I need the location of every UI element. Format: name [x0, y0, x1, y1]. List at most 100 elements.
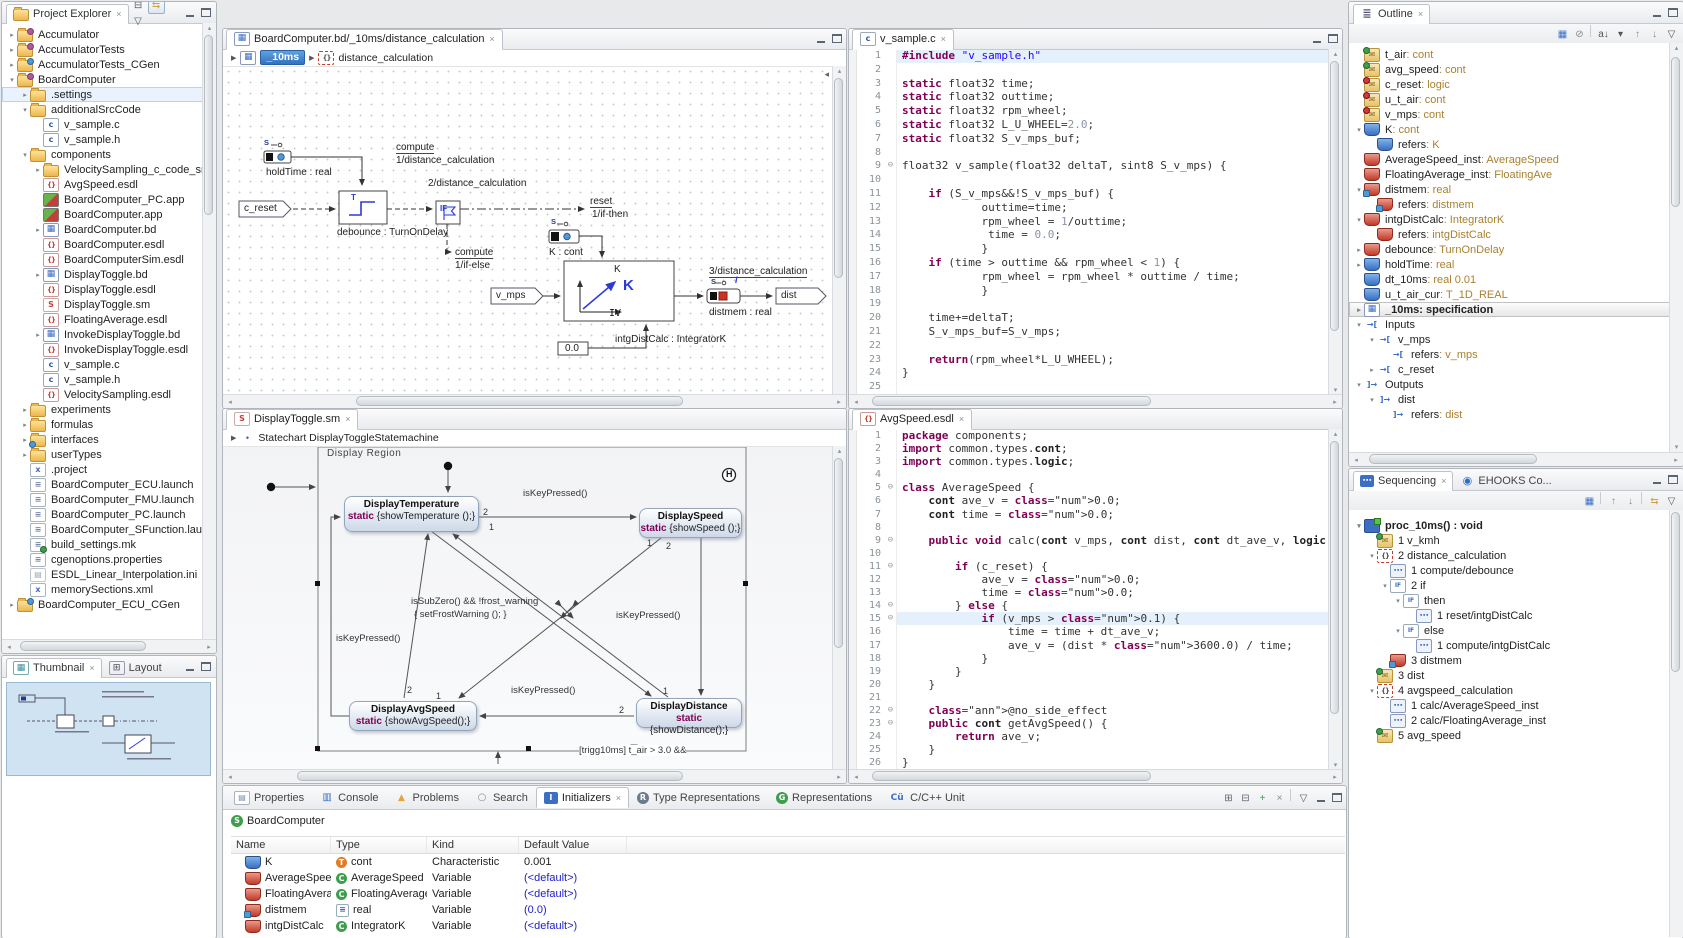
maximize-icon[interactable]: [200, 8, 212, 18]
code-line[interactable]: 5static float32 rpm_wheel;: [849, 104, 1329, 118]
minimize-icon[interactable]: [1651, 8, 1663, 18]
close-icon[interactable]: ×: [116, 9, 121, 19]
cell-default-value[interactable]: (<default>): [519, 918, 627, 934]
scroll-up-icon[interactable]: ▴: [203, 24, 216, 32]
delete-icon[interactable]: ×: [1272, 791, 1287, 806]
tree-item[interactable]: BoardComputer_PC.app: [2, 192, 203, 207]
code-line[interactable]: 8: [849, 146, 1329, 160]
code-line[interactable]: 2import common.types.cont;: [849, 442, 1329, 455]
tree-item[interactable]: ▸→[c_reset: [1349, 362, 1670, 377]
code-line[interactable]: 15 }: [849, 242, 1329, 256]
twistie-icon[interactable]: ▸: [7, 31, 17, 39]
code-line[interactable]: 2: [849, 63, 1329, 77]
fold-icon[interactable]: ⊖: [885, 704, 897, 717]
sort-icon[interactable]: a↓: [1596, 27, 1611, 42]
vertical-scrollbar[interactable]: ▴: [202, 23, 216, 639]
tree-item[interactable]: ▾K : cont: [1349, 122, 1670, 137]
code-line[interactable]: 7static float32 S_v_mps_buf;: [849, 132, 1329, 146]
tab-avgspeed-esdl[interactable]: {} AvgSpeed.esdl ×: [852, 409, 972, 430]
fold-icon[interactable]: ⊖: [885, 599, 897, 612]
tree-item[interactable]: ▸▦BoardComputer.bd: [2, 222, 203, 237]
tree-item[interactable]: ⋯1 reset/intgDistCalc: [1349, 608, 1670, 623]
tree-item[interactable]: ▾→[v_mps: [1349, 332, 1670, 347]
tree-item[interactable]: ✉t_air : cont: [1349, 47, 1670, 62]
twistie-icon[interactable]: ▾: [1380, 582, 1390, 590]
hide-links-icon[interactable]: ⊘: [1572, 27, 1587, 42]
cell-default-value[interactable]: (<default>): [519, 870, 627, 886]
tree-item[interactable]: ✉u_t_air : cont: [1349, 92, 1670, 107]
code-line[interactable]: 16 time = time + dt_ave_v;: [849, 625, 1329, 638]
breadcrumb-item-statechart[interactable]: Statechart DisplayToggleStatemachine: [258, 432, 438, 444]
tab-c-c-unit[interactable]: CüC/C++ Unit: [880, 787, 972, 808]
scroll-right-icon[interactable]: ▸: [1669, 456, 1683, 464]
twistie-icon[interactable]: ▸: [33, 271, 43, 279]
close-icon[interactable]: ×: [959, 414, 964, 424]
tree-item[interactable]: ≡build_settings.mk: [2, 537, 203, 552]
scroll-thumb[interactable]: [872, 396, 1151, 406]
code-line[interactable]: 4static float32 outtime;: [849, 90, 1329, 104]
twistie-icon[interactable]: ▾: [1393, 627, 1403, 635]
twistie-icon[interactable]: ▾: [1354, 522, 1364, 530]
tree-item[interactable]: ▸▦_10ms : specification: [1349, 302, 1670, 317]
tree-item[interactable]: ▸AccumulatorTests_CGen: [2, 57, 203, 72]
code-line[interactable]: 22⊖ class="ann">@no_side_effect: [849, 704, 1329, 717]
tree-item[interactable]: ▾BoardComputer: [2, 72, 203, 87]
twistie-icon[interactable]: ▾: [1367, 552, 1377, 560]
palette-flyout-icon[interactable]: ◂: [824, 69, 829, 80]
new-sequence-icon[interactable]: ▦: [1582, 494, 1597, 509]
scroll-thumb[interactable]: [1671, 57, 1680, 207]
close-icon[interactable]: ×: [1441, 476, 1446, 486]
tree-item[interactable]: cv_sample.c: [2, 117, 203, 132]
breadcrumb-item-10ms[interactable]: _10ms: [260, 50, 305, 65]
view-menu-icon[interactable]: ▽: [1296, 791, 1311, 806]
twistie-icon[interactable]: ▸: [33, 331, 43, 339]
tab-outline[interactable]: ≣ Outline ×: [1353, 4, 1430, 24]
tree-item[interactable]: ✉v_mps : cont: [1349, 107, 1670, 122]
tree-item[interactable]: ✉1 v_kmh: [1349, 533, 1670, 548]
tab-properties[interactable]: ▤Properties: [226, 787, 312, 808]
tab-ehooks[interactable]: ◉ EHOOKS Co...: [1453, 471, 1558, 491]
move-up-icon[interactable]: ↑: [1630, 27, 1645, 42]
tree-item[interactable]: SDisplayToggle.sm: [2, 297, 203, 312]
tree-item[interactable]: 3 distmem: [1349, 653, 1670, 668]
tab-boardcomputer-bd[interactable]: ▦ BoardComputer.bd/_10ms/distance_calcul…: [226, 29, 503, 50]
code-line[interactable]: 7 cont time = class="num">0.0;: [849, 508, 1329, 521]
table-row[interactable]: KTcontCharacteristic0.001: [231, 854, 1345, 870]
fold-icon[interactable]: ⊖: [885, 481, 897, 494]
move-down-icon[interactable]: ↓: [1647, 27, 1662, 42]
code-line[interactable]: 9⊖ public void calc(cont v_mps, cont dis…: [849, 534, 1329, 547]
twistie-icon[interactable]: ▸: [7, 46, 17, 54]
twistie-icon[interactable]: ▸: [1354, 261, 1364, 269]
column-header-type[interactable]: Type: [331, 837, 427, 853]
scroll-left-icon[interactable]: ◂: [849, 398, 863, 406]
scroll-thumb[interactable]: [872, 771, 1151, 781]
tree-item[interactable]: cv_sample.c: [2, 357, 203, 372]
fold-icon[interactable]: ⊖: [885, 612, 897, 625]
twistie-icon[interactable]: ▾: [1354, 126, 1364, 134]
tree-item[interactable]: ≡cgenoptions.properties: [2, 552, 203, 567]
close-icon[interactable]: ×: [616, 793, 621, 803]
tab-initializers[interactable]: IInitializers×: [536, 787, 629, 808]
twistie-icon[interactable]: ▾: [1354, 321, 1364, 329]
code-line[interactable]: 14⊖ } else {: [849, 599, 1329, 612]
chevron-right-icon[interactable]: ▶: [309, 54, 314, 62]
scroll-thumb[interactable]: [1330, 61, 1339, 331]
collapse-all-icon[interactable]: ⊟: [131, 1, 146, 13]
scroll-up-icon[interactable]: ▴: [1670, 44, 1683, 52]
vertical-scrollbar[interactable]: ▴: [832, 446, 846, 770]
code-line[interactable]: 10: [849, 547, 1329, 560]
column-header-name[interactable]: Name: [231, 837, 331, 853]
tree-item[interactable]: ▾{}4 avgspeed_calculation: [1349, 683, 1670, 698]
scroll-thumb[interactable]: [834, 78, 843, 278]
tree-item[interactable]: ▸experiments: [2, 402, 203, 417]
tab-type-representations[interactable]: RType Representations: [629, 787, 768, 808]
breadcrumb-item-distance-calculation[interactable]: distance_calculation: [338, 52, 433, 64]
chevron-right-icon[interactable]: ▶: [231, 54, 236, 62]
twistie-icon[interactable]: ▾: [1367, 396, 1377, 404]
twistie-icon[interactable]: ▸: [20, 91, 30, 99]
scroll-down-icon[interactable]: ▾: [1670, 443, 1683, 451]
vertical-scrollbar[interactable]: ▴: [832, 66, 846, 395]
tree-item[interactable]: ▾{}2 distance_calculation: [1349, 548, 1670, 563]
horizontal-scrollbar[interactable]: ◂ ▸: [1349, 452, 1683, 466]
fold-icon[interactable]: ⊖: [885, 159, 897, 173]
